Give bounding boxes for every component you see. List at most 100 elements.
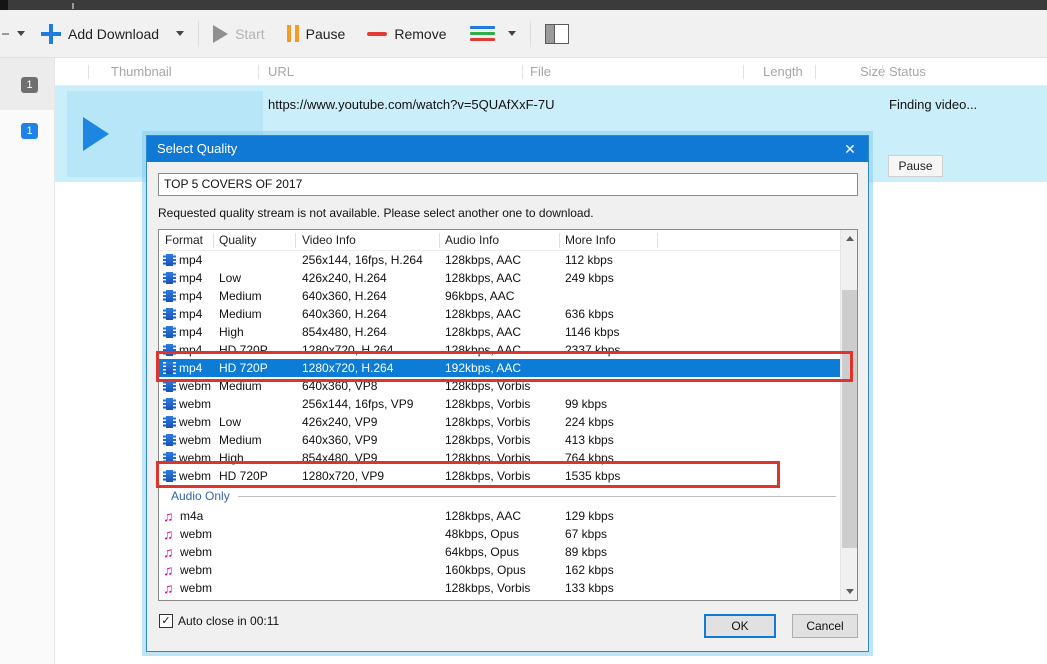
quality-row[interactable]: ♫ webm 160kbps, Opus 162 kbps (159, 561, 840, 579)
auto-close-option[interactable]: ✓ Auto close in 00:11 (159, 614, 279, 628)
audio-info-label: 128kbps, AAC (445, 269, 521, 287)
column-separator (657, 233, 658, 248)
qcol-audio-info: Audio Info (445, 233, 499, 247)
count-badge: 1 (21, 77, 38, 93)
quality-row[interactable]: mp4 Low 426x240, H.264 128kbps, AAC 249 … (159, 269, 840, 287)
titlebar-tick (72, 3, 74, 9)
format-label: mp4 (179, 305, 202, 323)
audio-info-label: 128kbps, Vorbis (445, 579, 530, 597)
column-separator (213, 233, 214, 248)
column-separator (815, 65, 816, 79)
ok-button[interactable]: OK (704, 614, 776, 638)
video-info-label: 640x360, H.264 (302, 305, 387, 323)
audio-info-label: 128kbps, Vorbis (445, 413, 530, 431)
film-strip-icon (163, 326, 176, 338)
audio-info-label: 128kbps, AAC (445, 507, 521, 525)
audio-info-label: 128kbps, Vorbis (445, 395, 530, 413)
quality-notice-text: Requested quality stream is not availabl… (158, 206, 594, 220)
audio-info-label: 96kbps, AAC (445, 287, 514, 305)
video-title-field[interactable]: TOP 5 COVERS OF 2017 (158, 173, 858, 196)
annotation-box-webm-hd-row (156, 461, 780, 488)
film-strip-icon (163, 416, 176, 428)
film-strip-icon (163, 290, 176, 302)
pause-button[interactable]: Pause (287, 25, 346, 42)
format-label: mp4 (179, 323, 202, 341)
qcol-quality: Quality (219, 233, 256, 247)
row-pause-button[interactable]: Pause (888, 155, 943, 177)
priority-dropdown[interactable] (470, 26, 516, 41)
close-icon[interactable]: ✕ (841, 140, 859, 158)
quality-label: Medium (219, 287, 262, 305)
overflow-dash-icon (2, 33, 9, 35)
count-badge: 1 (21, 123, 38, 139)
panel-toggle-button[interactable] (545, 24, 569, 44)
overflow-dropdown[interactable] (2, 31, 25, 36)
format-label: webm (180, 579, 212, 597)
format-label: mp4 (179, 251, 202, 269)
music-note-icon: ♫ (163, 528, 177, 540)
triangle-down-icon (846, 589, 854, 594)
toolbar-separator (530, 21, 531, 47)
more-info-label: 89 kbps (565, 543, 607, 561)
more-info-label: 129 kbps (565, 507, 614, 525)
video-info-label: 640x360, H.264 (302, 287, 387, 305)
column-separator (882, 65, 883, 79)
quality-row[interactable]: mp4 High 854x480, H.264 128kbps, AAC 114… (159, 323, 840, 341)
film-strip-icon (163, 272, 176, 284)
format-label: webm (180, 561, 212, 579)
audio-info-label: 128kbps, AAC (445, 323, 521, 341)
sidebar-item-downloading[interactable]: 1 (0, 110, 54, 164)
film-strip-icon (163, 254, 176, 266)
quality-row[interactable]: mp4 Medium 640x360, H.264 96kbps, AAC (159, 287, 840, 305)
quality-label: Medium (219, 431, 262, 449)
scroll-up-button[interactable] (841, 230, 858, 247)
quality-list: Format Quality Video Info Audio Info Mor… (158, 229, 858, 601)
quality-row[interactable]: webm Low 426x240, VP9 128kbps, Vorbis 22… (159, 413, 840, 431)
pause-icon (287, 25, 299, 42)
cancel-button[interactable]: Cancel (792, 614, 858, 638)
video-info-label: 426x240, VP9 (302, 413, 377, 431)
quality-row[interactable]: ♫ webm 128kbps, Vorbis 133 kbps (159, 579, 840, 597)
quality-row[interactable]: ♫ webm 64kbps, Opus 89 kbps (159, 543, 840, 561)
dialog-titlebar[interactable]: Select Quality (147, 136, 868, 162)
quality-row[interactable]: ♫ m4a 128kbps, AAC 129 kbps (159, 507, 840, 525)
category-sidebar: 1 1 (0, 58, 55, 664)
toolbar-separator (198, 21, 199, 47)
audio-info-label: 128kbps, AAC (445, 251, 521, 269)
scrollbar-thumb[interactable] (842, 290, 857, 548)
quality-row[interactable]: mp4 Medium 640x360, H.264 128kbps, AAC 6… (159, 305, 840, 323)
format-label: webm (179, 413, 211, 431)
chevron-down-icon (508, 31, 516, 36)
audio-info-label: 64kbps, Opus (445, 543, 519, 561)
chevron-down-icon (17, 31, 25, 36)
quality-label: Medium (219, 305, 262, 323)
add-download-button[interactable]: Add Download (41, 24, 184, 44)
remove-button[interactable]: Remove (367, 26, 446, 42)
sidebar-item-all[interactable]: 1 (0, 58, 54, 110)
chevron-down-icon (176, 31, 184, 36)
scrollbar[interactable] (840, 230, 857, 600)
scroll-down-button[interactable] (841, 583, 858, 600)
format-label: m4a (180, 507, 203, 525)
quality-row[interactable]: webm Medium 640x360, VP9 128kbps, Vorbis… (159, 431, 840, 449)
column-separator (295, 233, 296, 248)
quality-row[interactable]: webm 256x144, 16fps, VP9 128kbps, Vorbis… (159, 395, 840, 413)
quality-row[interactable]: mp4 256x144, 16fps, H.264 128kbps, AAC 1… (159, 251, 840, 269)
panel-toggle-icon (545, 24, 569, 44)
more-info-label: 67 kbps (565, 525, 607, 543)
group-divider-line (238, 496, 836, 497)
dialog-title: Select Quality (157, 141, 237, 156)
download-url: https://www.youtube.com/watch?v=5QUAfXxF… (268, 97, 554, 112)
app-window: Add Download Start Pause Remove 1 (0, 0, 1047, 664)
video-info-label: 256x144, 16fps, VP9 (302, 395, 413, 413)
start-button[interactable]: Start (213, 25, 265, 43)
audio-info-label: 160kbps, Opus (445, 561, 526, 579)
audio-info-label: 128kbps, AAC (445, 305, 521, 323)
column-separator (559, 233, 560, 248)
quality-row[interactable]: ♫ webm 48kbps, Opus 67 kbps (159, 525, 840, 543)
window-titlebar (0, 0, 1047, 10)
more-info-label: 99 kbps (565, 395, 607, 413)
auto-close-checkbox[interactable]: ✓ (159, 614, 173, 628)
audio-info-label: 48kbps, Opus (445, 525, 519, 543)
more-info-label: 636 kbps (565, 305, 614, 323)
